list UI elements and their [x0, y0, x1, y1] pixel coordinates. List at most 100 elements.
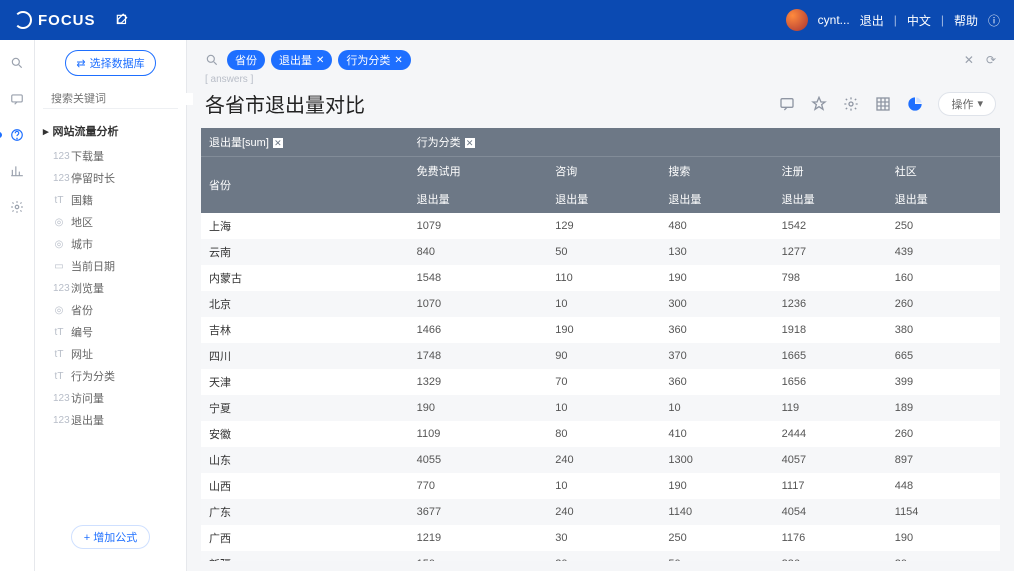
select-source-button[interactable]: ⇄选择数据库: [65, 50, 155, 76]
query-pill[interactable]: 行为分类✕: [338, 50, 410, 70]
help-icon[interactable]: ⓘ: [988, 12, 1000, 29]
cell-value: 50: [547, 239, 660, 265]
table-row[interactable]: 云南840501301277439: [201, 239, 1000, 265]
query-pill[interactable]: 省份: [227, 50, 265, 70]
table-row[interactable]: 新疆150205023620: [201, 551, 1000, 561]
close-icon[interactable]: ✕: [273, 138, 283, 148]
field-item[interactable]: 123下载量: [43, 145, 178, 167]
cell-value: 1466: [409, 317, 548, 343]
rail-chat-icon[interactable]: [8, 90, 26, 108]
table-row[interactable]: 内蒙古1548110190798160: [201, 265, 1000, 291]
avatar[interactable]: [786, 9, 808, 31]
th-submeasure: 退出量: [774, 185, 887, 213]
cell-value: 250: [660, 525, 773, 551]
cell-value: 1542: [774, 213, 887, 239]
th-category[interactable]: 注册: [774, 157, 887, 186]
cell-value: 236: [774, 551, 887, 561]
table-row[interactable]: 上海10791294801542250: [201, 213, 1000, 239]
logout-link[interactable]: 退出: [860, 12, 884, 29]
field-item[interactable]: tT网址: [43, 343, 178, 365]
th-measure[interactable]: 退出量[sum]✕: [201, 128, 409, 157]
piechart-icon[interactable]: [906, 95, 924, 113]
sidebar-search[interactable]: [43, 90, 178, 109]
field-item[interactable]: 123退出量: [43, 409, 178, 431]
field-item[interactable]: 123停留时长: [43, 167, 178, 189]
table-row[interactable]: 宁夏1901010119189: [201, 395, 1000, 421]
cell-value: 897: [887, 447, 1000, 473]
sidebar-search-input[interactable]: [51, 93, 193, 105]
cell-value: 189: [887, 395, 1000, 421]
field-type-icon: 123: [53, 393, 65, 404]
th-category[interactable]: 免费试用: [409, 157, 548, 186]
search-icon: [205, 53, 219, 67]
field-item[interactable]: 123浏览量: [43, 277, 178, 299]
field-item[interactable]: ◎地区: [43, 211, 178, 233]
field-item[interactable]: tT编号: [43, 321, 178, 343]
cell-value: 90: [547, 343, 660, 369]
th-submeasure: 退出量: [547, 185, 660, 213]
cell-value: 1748: [409, 343, 548, 369]
tree-group[interactable]: ▸网站流量分析: [43, 123, 178, 139]
help-link[interactable]: 帮助: [954, 12, 978, 29]
table-row[interactable]: 北京1070103001236260: [201, 291, 1000, 317]
cell-value: 1236: [774, 291, 887, 317]
cell-value: 1176: [774, 525, 887, 551]
refresh-icon[interactable]: ⟳: [986, 53, 996, 67]
cell-province: 四川: [201, 343, 409, 369]
table-row[interactable]: 四川1748903701665665: [201, 343, 1000, 369]
cell-value: 10: [547, 395, 660, 421]
pin-icon[interactable]: [810, 95, 828, 113]
table-row[interactable]: 山东405524013004057897: [201, 447, 1000, 473]
cell-value: 129: [547, 213, 660, 239]
field-type-icon: tT: [53, 349, 65, 360]
th-category[interactable]: 搜索: [660, 157, 773, 186]
edit-icon[interactable]: [114, 12, 130, 28]
rail-question-icon[interactable]: [8, 126, 26, 144]
field-item[interactable]: ◎城市: [43, 233, 178, 255]
add-formula-button[interactable]: + 增加公式: [71, 525, 150, 549]
cell-value: 3677: [409, 499, 548, 525]
table-row[interactable]: 天津1329703601656399: [201, 369, 1000, 395]
table-row[interactable]: 安徽1109804102444260: [201, 421, 1000, 447]
th-category[interactable]: 社区: [887, 157, 1000, 186]
table-row[interactable]: 广东3677240114040541154: [201, 499, 1000, 525]
clear-icon[interactable]: ✕: [964, 53, 974, 67]
cell-value: 840: [409, 239, 548, 265]
pill-close-icon[interactable]: ✕: [316, 55, 324, 66]
rail-search-icon[interactable]: [8, 54, 26, 72]
cell-value: 1219: [409, 525, 548, 551]
cell-value: 1117: [774, 473, 887, 499]
field-item[interactable]: ◎省份: [43, 299, 178, 321]
query-pill[interactable]: 退出量✕: [271, 50, 332, 70]
grid-icon[interactable]: [874, 95, 892, 113]
field-item[interactable]: tT国籍: [43, 189, 178, 211]
cell-value: 160: [887, 265, 1000, 291]
cell-value: 240: [547, 447, 660, 473]
cell-value: 1548: [409, 265, 548, 291]
operation-button[interactable]: 操作▾: [938, 92, 996, 116]
th-dim1[interactable]: 省份: [201, 157, 409, 214]
th-dim2[interactable]: 行为分类✕: [409, 128, 1000, 157]
field-item[interactable]: tT行为分类: [43, 365, 178, 387]
gear-icon[interactable]: [842, 95, 860, 113]
table-row[interactable]: 山西770101901117448: [201, 473, 1000, 499]
comment-icon[interactable]: [778, 95, 796, 113]
table-row[interactable]: 广西1219302501176190: [201, 525, 1000, 551]
cell-value: 410: [660, 421, 773, 447]
lang-link[interactable]: 中文: [907, 12, 931, 29]
field-item[interactable]: 123访问量: [43, 387, 178, 409]
rail-settings-icon[interactable]: [8, 198, 26, 216]
cell-value: 190: [409, 395, 548, 421]
field-item[interactable]: ▭当前日期: [43, 255, 178, 277]
field-label: 地区: [71, 214, 93, 230]
username[interactable]: cynt...: [818, 13, 850, 27]
data-table-wrap[interactable]: 退出量[sum]✕ 行为分类✕ 省份免费试用咨询搜索注册社区 退出量退出量退出量…: [201, 128, 1000, 561]
table-row[interactable]: 吉林14661903601918380: [201, 317, 1000, 343]
cell-value: 260: [887, 291, 1000, 317]
pill-close-icon[interactable]: ✕: [394, 55, 402, 66]
th-category[interactable]: 咨询: [547, 157, 660, 186]
rail-chart-icon[interactable]: [8, 162, 26, 180]
cell-value: 448: [887, 473, 1000, 499]
field-type-icon: 123: [53, 151, 65, 162]
close-icon[interactable]: ✕: [465, 138, 475, 148]
